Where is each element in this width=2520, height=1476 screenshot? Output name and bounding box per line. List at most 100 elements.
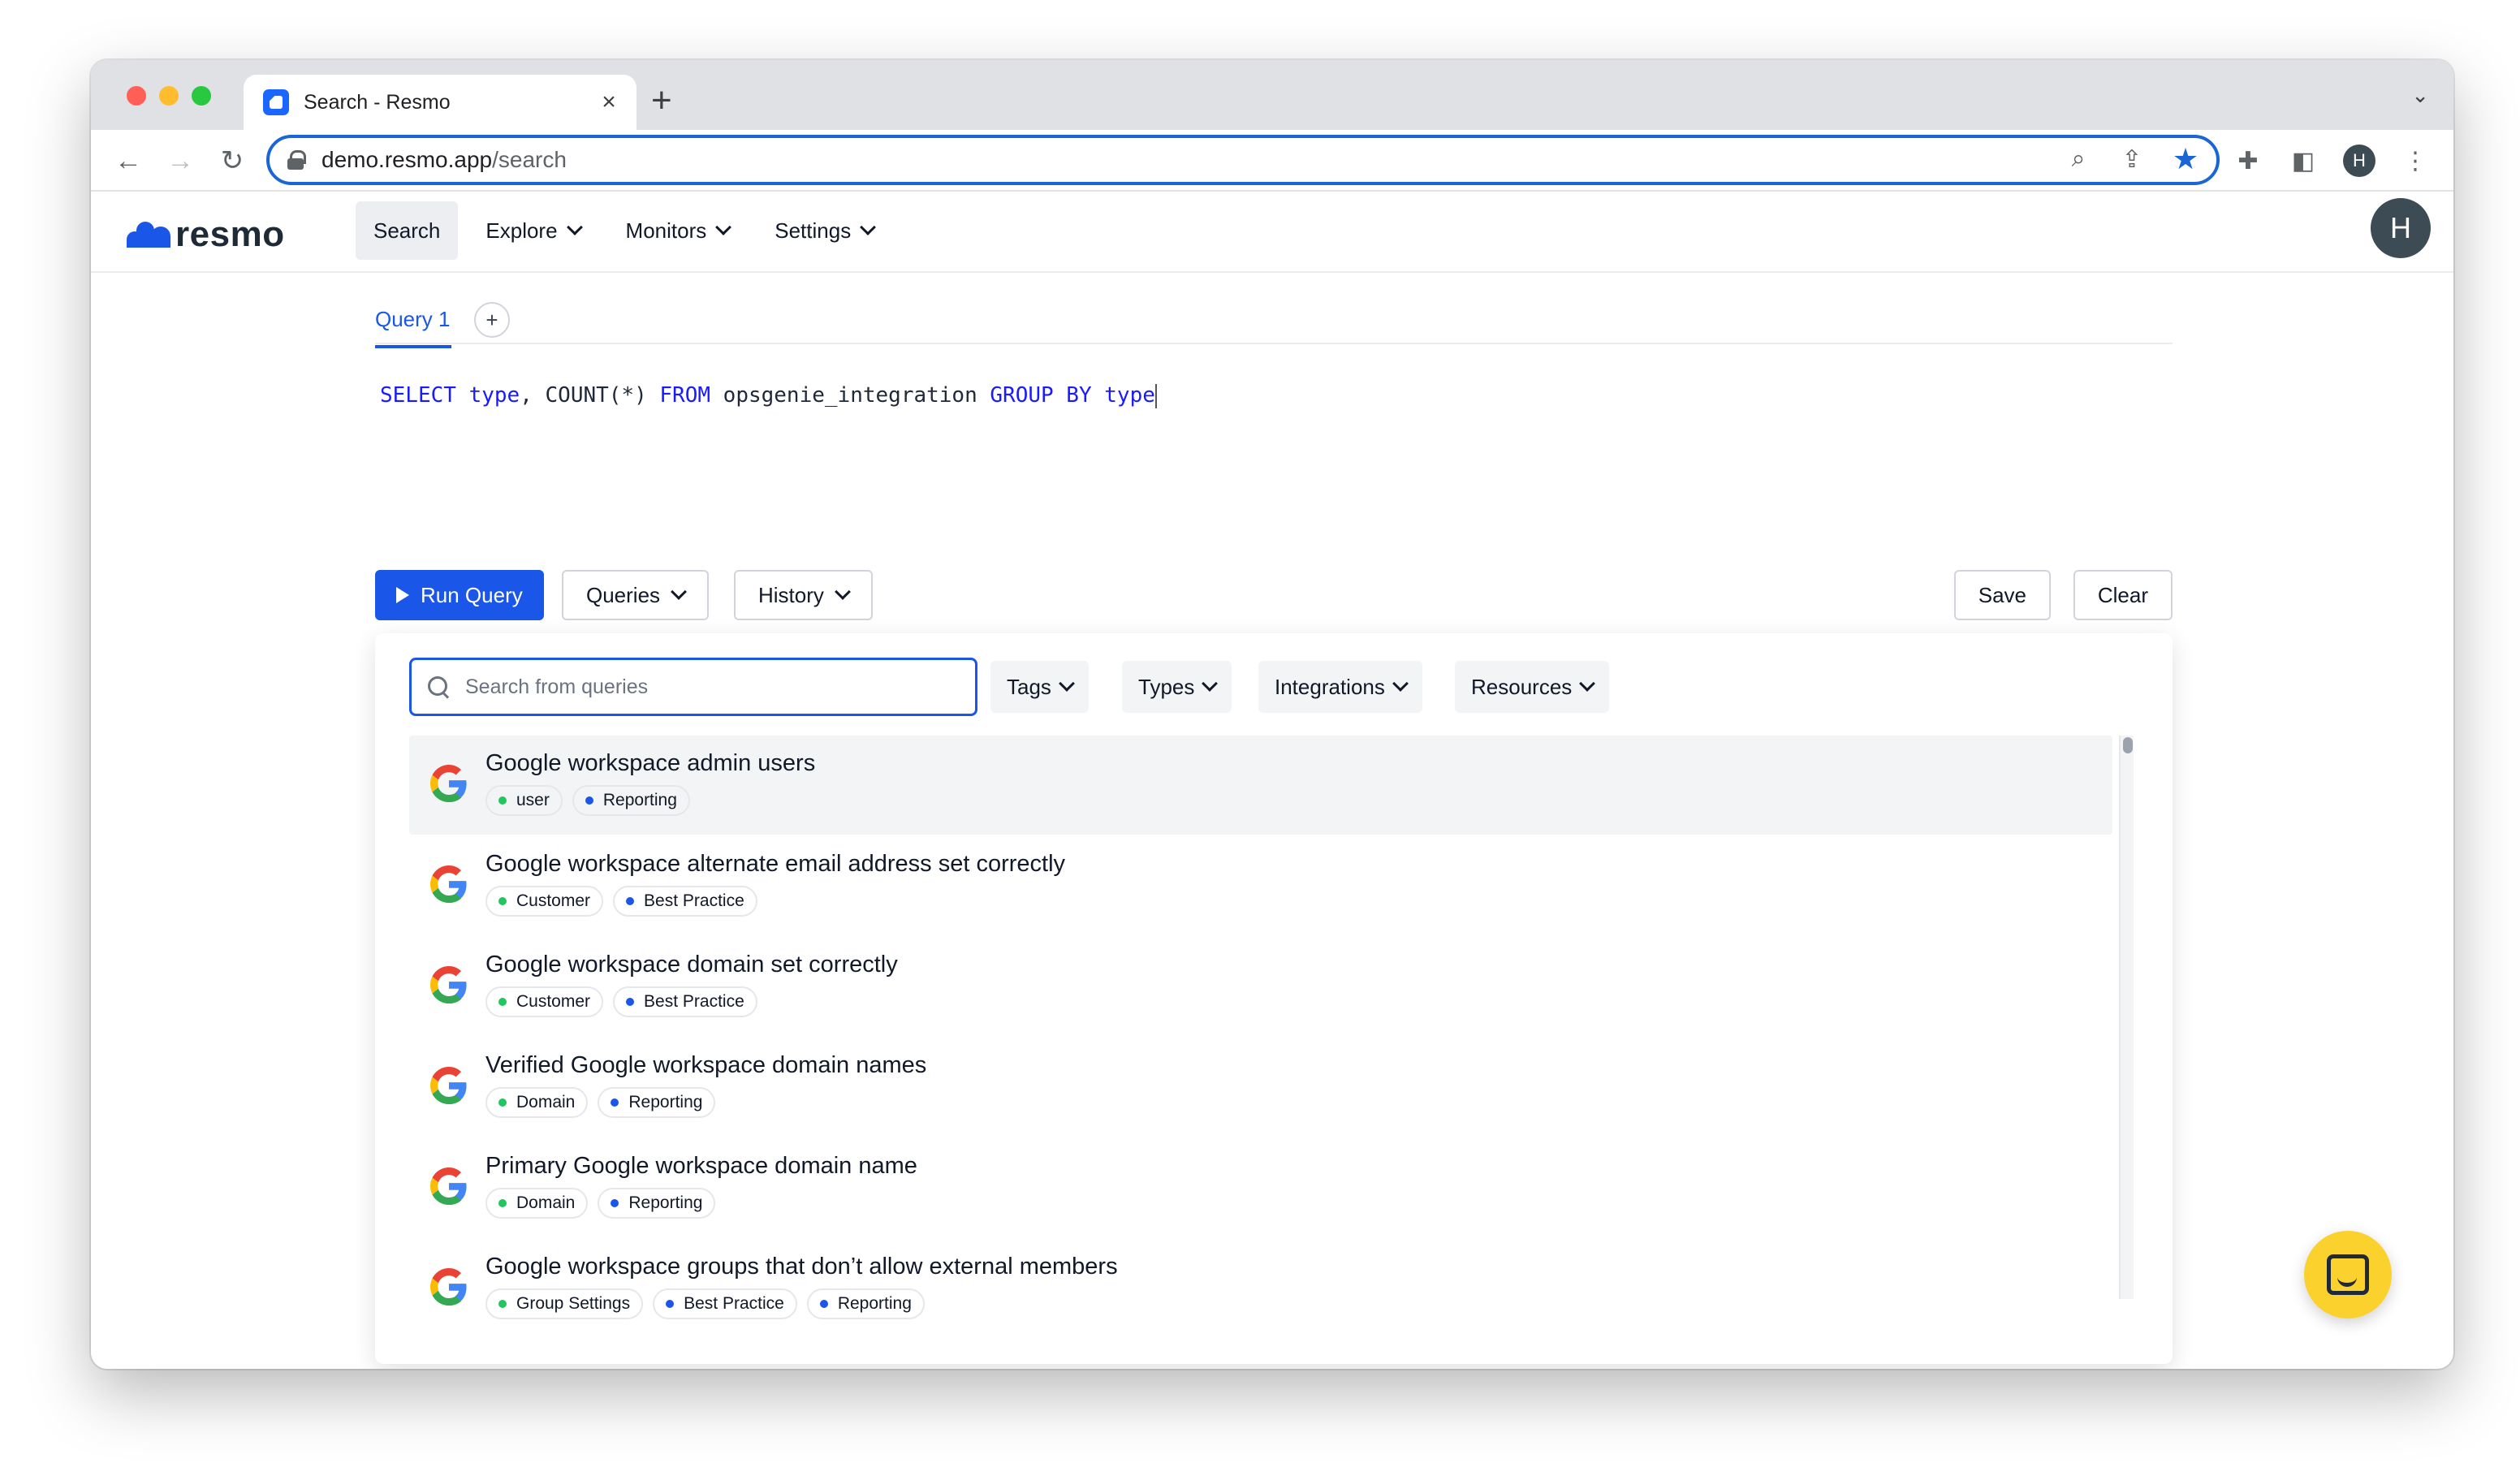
green-dot-icon — [498, 1098, 507, 1107]
reload-icon[interactable]: ↻ — [213, 141, 252, 180]
chevron-down-icon — [1202, 675, 1219, 692]
clear-button[interactable]: Clear — [2073, 570, 2173, 620]
filter-types-button[interactable]: Types — [1122, 661, 1232, 713]
green-dot-icon — [498, 998, 507, 1006]
tag-badge: Reporting — [806, 1288, 925, 1319]
list-item[interactable]: Google workspace alternate email address… — [409, 836, 2112, 935]
share-icon[interactable]: ⇪ — [2117, 145, 2147, 174]
nav-monitors-label: Monitors — [625, 218, 707, 243]
blue-dot-icon — [585, 796, 593, 805]
logo-text: resmo — [175, 214, 285, 254]
green-dot-icon — [498, 1199, 507, 1207]
sql-token: type — [468, 383, 520, 408]
nav-explore[interactable]: Explore — [468, 201, 598, 260]
query-search-box[interactable] — [409, 658, 977, 716]
filter-label: Types — [1138, 674, 1195, 699]
list-item[interactable]: Google workspace groups that don’t allow… — [409, 1239, 2112, 1338]
run-query-button[interactable]: Run Query — [375, 570, 544, 620]
side-panel-icon[interactable]: ◧ — [2288, 141, 2319, 180]
filter-tags-button[interactable]: Tags — [990, 661, 1089, 713]
browser-profile-avatar[interactable]: H — [2343, 145, 2375, 177]
chevron-down-icon — [566, 219, 583, 235]
maximize-window-button[interactable] — [192, 86, 211, 106]
save-button[interactable]: Save — [1953, 570, 2051, 620]
history-dropdown-button[interactable]: History — [734, 570, 873, 620]
nav-search-label: Search — [373, 218, 441, 243]
sql-token: GROUP BY — [990, 383, 1092, 408]
address-bar[interactable]: demo.resmo.app/search ⌕ ⇪ ★ — [266, 135, 2220, 185]
item-title: Google workspace admin users — [485, 750, 816, 776]
browser-menu-icon[interactable]: ⋮ — [2400, 141, 2431, 180]
add-query-tab-button[interactable]: + — [474, 302, 510, 338]
blue-dot-icon — [626, 998, 635, 1006]
query-search-input[interactable] — [465, 675, 952, 699]
nav-search[interactable]: Search — [356, 201, 459, 260]
item-title: Google workspace groups that don’t allow… — [485, 1254, 1118, 1280]
queries-dropdown-button[interactable]: Queries — [562, 570, 710, 620]
filter-label: Tags — [1007, 674, 1051, 699]
list-item[interactable]: Verified Google workspace domain names D… — [409, 1038, 2112, 1137]
tag-label: Reporting — [837, 1294, 912, 1313]
lock-icon — [287, 150, 306, 170]
sql-token: SELECT — [380, 383, 456, 408]
sql-token: , COUNT(*) — [520, 383, 660, 408]
list-item[interactable]: Primary Google workspace domain name Dom… — [409, 1138, 2112, 1237]
item-title: Verified Google workspace domain names — [485, 1052, 927, 1078]
tag-label: Best Practice — [644, 891, 744, 910]
tag-label: Domain — [516, 1093, 576, 1111]
tag-badge: Domain — [485, 1188, 589, 1219]
close-window-button[interactable] — [127, 86, 146, 106]
filter-integrations-button[interactable]: Integrations — [1258, 661, 1422, 713]
tab-title: Search - Resmo — [304, 90, 451, 114]
sql-editor[interactable]: SELECT type, COUNT(*) FROM opsgenie_inte… — [380, 383, 1157, 408]
tag-label: user — [516, 791, 550, 809]
tag-label: Reporting — [602, 791, 677, 809]
google-icon — [430, 1167, 467, 1205]
saved-query-list: Google workspace admin users user Report… — [409, 736, 2112, 1364]
minimize-window-button[interactable] — [159, 86, 179, 106]
back-arrow-icon[interactable]: ← — [109, 141, 148, 180]
user-avatar[interactable]: H — [2371, 198, 2431, 258]
scrollbar-thumb[interactable] — [2123, 737, 2133, 753]
tab-search-chevron-icon[interactable]: ⌄ — [2411, 83, 2429, 108]
chevron-down-icon — [1059, 675, 1075, 692]
tag-label: Group Settings — [516, 1294, 631, 1313]
new-tab-button[interactable]: + — [651, 81, 672, 120]
item-title: Primary Google workspace domain name — [485, 1153, 917, 1179]
tab-query-1[interactable]: Query 1 — [375, 307, 451, 348]
tag-badge: Best Practice — [613, 986, 757, 1017]
sql-token: type — [1104, 383, 1155, 408]
filter-label: Resources — [1471, 674, 1573, 699]
tag-badge: Reporting — [598, 1087, 716, 1118]
zoom-icon[interactable]: ⌕ — [2064, 145, 2093, 174]
tag-badge: Customer — [485, 986, 604, 1017]
list-item[interactable]: Google workspace admin users user Report… — [409, 736, 2112, 835]
blue-dot-icon — [666, 1300, 675, 1308]
blue-dot-icon — [626, 897, 635, 905]
play-icon — [396, 587, 409, 603]
google-icon — [430, 1067, 467, 1104]
query-actions: Run Query Queries History Save Clear — [375, 570, 2173, 622]
resmo-logo[interactable]: resmo — [127, 214, 285, 255]
bookmark-star-icon[interactable]: ★ — [2171, 142, 2200, 175]
browser-toolbar: ← → ↻ demo.resmo.app/search ⌕ ⇪ ★ ✚ ◧ H … — [91, 130, 2453, 192]
browser-tab[interactable]: Search - Resmo × — [244, 75, 636, 130]
tab-strip: Search - Resmo × + ⌄ — [91, 60, 2453, 130]
url-host: demo.resmo.app — [321, 147, 493, 172]
text-cursor — [1154, 383, 1157, 408]
chevron-down-icon — [1579, 675, 1596, 692]
tab-close-icon[interactable]: × — [593, 88, 625, 116]
nav-monitors[interactable]: Monitors — [608, 201, 748, 260]
tag-badge: Customer — [485, 886, 604, 917]
list-item[interactable]: Google workspace domain set correctly Cu… — [409, 937, 2112, 1036]
chat-widget-button[interactable] — [2304, 1231, 2392, 1318]
list-scrollbar[interactable] — [2119, 736, 2134, 1299]
extensions-puzzle-icon[interactable]: ✚ — [2233, 141, 2263, 180]
nav-explore-label: Explore — [485, 218, 558, 243]
green-dot-icon — [498, 897, 507, 905]
forward-arrow-icon[interactable]: → — [161, 141, 200, 180]
tag-label: Customer — [516, 992, 591, 1011]
google-icon — [430, 865, 467, 903]
nav-settings[interactable]: Settings — [757, 201, 891, 260]
filter-resources-button[interactable]: Resources — [1455, 661, 1610, 713]
